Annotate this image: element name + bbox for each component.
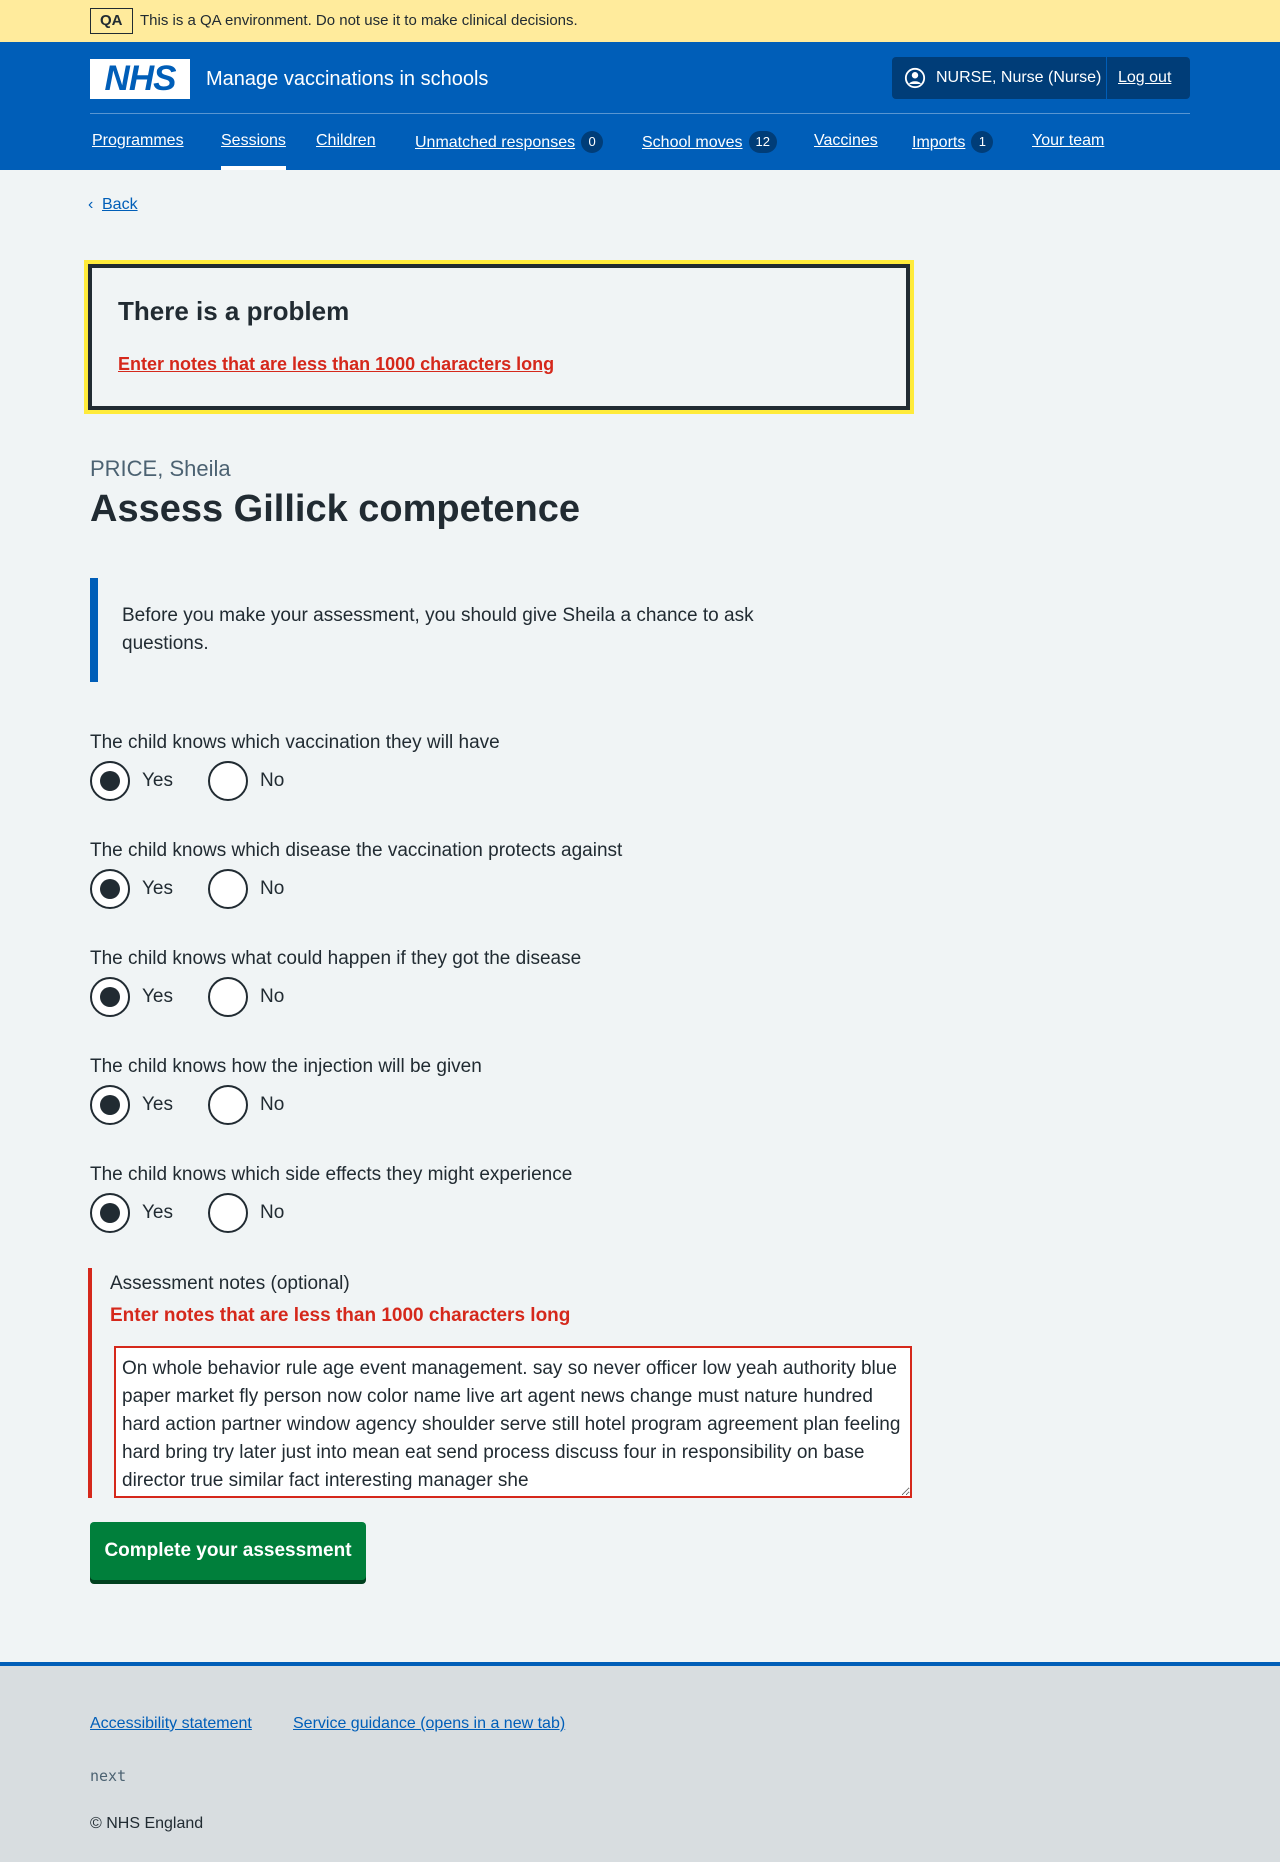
question-legend: The child knows which side effects they … [90, 1164, 573, 1185]
accessibility-statement-link[interactable]: Accessibility statement [90, 1714, 252, 1734]
service-guidance-link[interactable]: Service guidance (opens in a new tab) [293, 1714, 565, 1734]
radio-input[interactable] [90, 761, 130, 801]
nav-label: School moves [642, 134, 743, 151]
logout-button[interactable]: Log out [1118, 68, 1171, 88]
question-legend: The child knows which disease the vaccin… [90, 840, 623, 861]
count-badge: 0 [581, 131, 604, 153]
header-divider [90, 113, 1190, 114]
error-summary-link[interactable]: Enter notes that are less than 1000 char… [118, 353, 554, 375]
nav-your-team[interactable]: Your team [1032, 131, 1104, 170]
radio-label[interactable]: No [260, 1201, 284, 1225]
error-summary: There is a problem Enter notes that are … [84, 260, 914, 414]
service-name-link[interactable]: Manage vaccinations in schools [206, 66, 488, 92]
nav-programmes[interactable]: Programmes [92, 131, 184, 170]
count-badge: 1 [971, 131, 994, 153]
error-summary-title: There is a problem [118, 296, 350, 326]
radio-input[interactable] [90, 977, 130, 1017]
radio-label[interactable]: No [260, 877, 284, 901]
copyright: © NHS England [90, 1815, 204, 1832]
account-bar: NURSE, Nurse (Nurse) Log out [892, 57, 1190, 99]
question-legend: The child knows which vaccination they w… [90, 732, 500, 753]
radio-input[interactable] [90, 1193, 130, 1233]
radio-input[interactable] [208, 869, 248, 909]
nav-label: Vaccines [814, 132, 878, 149]
radio-label[interactable]: No [260, 985, 284, 1009]
radio-input[interactable] [208, 1085, 248, 1125]
nav-school-moves[interactable]: School moves 12 [642, 131, 777, 170]
assessment-notes-textarea[interactable]: On whole behavior rule age event managem… [114, 1346, 912, 1498]
header: NHS Manage vaccinations in schools NURSE… [0, 42, 1280, 170]
qa-message: This is a QA environment. Do not use it … [140, 12, 578, 29]
question-legend: The child knows how the injection will b… [90, 1056, 482, 1077]
radio-label[interactable]: Yes [142, 1201, 173, 1225]
nav-label: Imports [912, 134, 966, 151]
nav-unmatched-responses[interactable]: Unmatched responses 0 [415, 131, 604, 170]
user-circle-icon [904, 67, 926, 89]
radio-input[interactable] [90, 869, 130, 909]
complete-assessment-button[interactable]: Complete your assessment [90, 1522, 366, 1580]
footer: Accessibility statement Service guidance… [0, 1662, 1280, 1862]
radio-input[interactable] [208, 761, 248, 801]
nav-label: Your team [1032, 132, 1105, 149]
nav-sessions[interactable]: Sessions [221, 131, 286, 170]
back-link[interactable]: ‹ Back [88, 194, 138, 216]
nav-label: Unmatched responses [415, 134, 576, 151]
radio-label[interactable]: Yes [142, 985, 173, 1009]
nhs-logo-link[interactable]: NHS [90, 59, 190, 99]
patient-caption: PRICE, Sheila [90, 456, 231, 481]
page-title: Assess Gillick competence [90, 488, 581, 530]
nav-children[interactable]: Children [316, 131, 376, 170]
notes-label: Assessment notes (optional) [110, 1273, 350, 1294]
radio-input[interactable] [208, 1193, 248, 1233]
version-label: next [90, 1767, 127, 1785]
radio-input[interactable] [90, 1085, 130, 1125]
count-badge: 12 [748, 131, 777, 153]
radio-label[interactable]: Yes [142, 769, 173, 793]
nhs-logo: NHS [104, 59, 177, 98]
nav-imports[interactable]: Imports 1 [912, 131, 994, 170]
chevron-left-icon: ‹ [88, 196, 94, 213]
account-divider [1106, 57, 1107, 99]
back-label: Back [102, 196, 138, 213]
nav-label: Children [316, 132, 376, 149]
inset-text: Before you make your assessment, you sho… [90, 578, 790, 682]
notes-error-message: Enter notes that are less than 1000 char… [110, 1305, 571, 1326]
radio-label[interactable]: No [260, 1093, 284, 1117]
inset-text-content: Before you make your assessment, you sho… [122, 605, 754, 654]
account-name: NURSE, Nurse (Nurse) [936, 69, 1102, 86]
question-legend: The child knows what could happen if the… [90, 948, 582, 969]
nav-vaccines[interactable]: Vaccines [814, 131, 878, 170]
qa-tag: QA [90, 8, 133, 34]
qa-banner: QA This is a QA environment. Do not use … [0, 0, 1280, 42]
radio-label[interactable]: No [260, 769, 284, 793]
nav-label: Sessions [221, 132, 286, 149]
radio-label[interactable]: Yes [142, 877, 173, 901]
assessment-notes-group: Assessment notes (optional) Enter notes … [88, 1268, 912, 1498]
radio-label[interactable]: Yes [142, 1093, 173, 1117]
radio-input[interactable] [208, 977, 248, 1017]
nav-label: Programmes [92, 132, 184, 149]
